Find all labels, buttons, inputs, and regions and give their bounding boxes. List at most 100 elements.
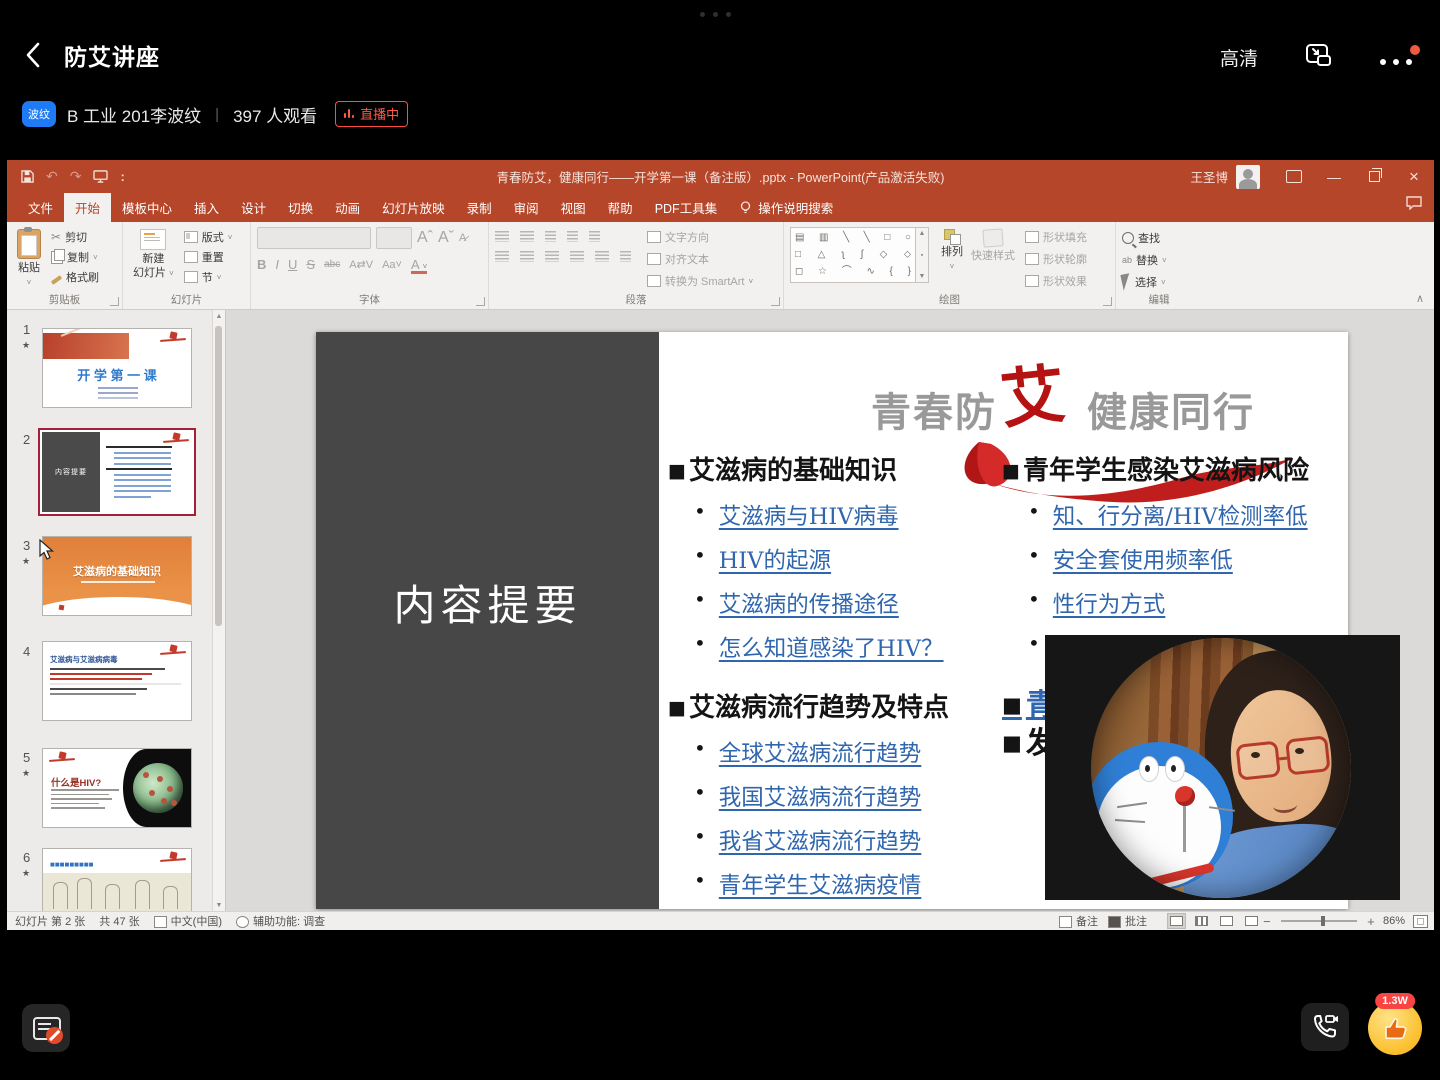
font-size-combo[interactable] <box>376 227 412 249</box>
tab-home[interactable]: 开始 <box>64 193 111 222</box>
align-center-icon[interactable] <box>520 251 534 262</box>
italic-button[interactable]: I <box>275 257 279 272</box>
scrollbar-thumb[interactable] <box>215 326 222 626</box>
like-button[interactable]: 1.3W <box>1368 1001 1422 1055</box>
shapes-gallery-scroll[interactable]: ▲▪▼ <box>916 227 929 283</box>
cut-button[interactable]: ✂剪切 <box>51 229 99 245</box>
section-button[interactable]: 节 ˅ <box>184 269 233 285</box>
chat-disabled-button[interactable] <box>22 1004 70 1052</box>
dialog-launcher-icon[interactable] <box>771 297 780 306</box>
increase-indent-icon[interactable] <box>567 231 578 242</box>
zoom-slider-thumb[interactable] <box>1321 916 1325 926</box>
distribute-icon[interactable] <box>620 251 631 262</box>
user-avatar[interactable] <box>1236 165 1260 189</box>
decrease-indent-icon[interactable] <box>545 231 556 242</box>
tab-help[interactable]: 帮助 <box>597 193 644 222</box>
presenter-webcam[interactable] <box>1045 635 1400 900</box>
strikethrough-button[interactable]: S <box>306 257 315 272</box>
pip-button[interactable] <box>1304 40 1334 75</box>
undo-icon[interactable]: ↶ <box>46 168 58 185</box>
back-button[interactable] <box>24 40 48 70</box>
thumbnail-slide-3[interactable]: 艾滋病的基础知识 <box>42 536 192 616</box>
layout-button[interactable]: 版式 ˅ <box>184 229 233 245</box>
quality-button[interactable]: 高清 <box>1220 44 1258 71</box>
reset-button[interactable]: 重置 <box>184 249 233 265</box>
shrink-font-icon[interactable]: Aˇ <box>438 229 454 247</box>
new-slide-button[interactable]: 新建幻灯片 ˅ <box>129 227 178 285</box>
shapes-gallery[interactable]: ▤▥╲╲□○ □△ʅʃ◇⬦ ◻☆⌒∿{} <box>790 227 916 283</box>
slideshow-view-button[interactable] <box>1242 913 1261 929</box>
thumbnail-scrollbar[interactable]: ▲ ▼ <box>212 310 225 912</box>
collapse-ribbon-icon[interactable]: ∧ <box>1416 292 1424 305</box>
dialog-launcher-icon[interactable] <box>476 297 485 306</box>
scroll-down-icon[interactable]: ▼ <box>213 902 225 909</box>
comments-panel-icon[interactable] <box>1406 196 1422 210</box>
redo-icon[interactable]: ↷ <box>70 168 82 185</box>
shadow-button[interactable]: abc <box>324 259 340 270</box>
font-name-combo[interactable] <box>257 227 371 249</box>
arrange-button[interactable]: 排列˅ <box>937 227 967 276</box>
slide-sorter-view-button[interactable] <box>1192 913 1211 929</box>
thumbnail-slide-2-selected[interactable]: 内容提要 <box>38 428 196 516</box>
bold-button[interactable]: B <box>257 257 266 272</box>
slideshow-icon[interactable] <box>93 170 108 183</box>
line-spacing-icon[interactable] <box>589 231 600 242</box>
tab-view[interactable]: 视图 <box>550 193 597 222</box>
tab-design[interactable]: 设计 <box>230 193 277 222</box>
qat-more-icon[interactable]: : <box>120 169 124 184</box>
char-spacing-button[interactable]: A⇄V <box>349 258 373 271</box>
shape-effects-button[interactable]: 形状效果 <box>1025 273 1087 289</box>
columns-icon[interactable] <box>595 251 609 262</box>
spellcheck-icon[interactable] <box>154 916 167 928</box>
smartart-button[interactable]: 转换为 SmartArt ˅ <box>647 273 753 289</box>
ribbon-display-button[interactable] <box>1274 160 1314 193</box>
accessibility-status[interactable]: 辅助功能: 调查 <box>253 913 325 929</box>
replace-button[interactable]: ab替换 ˅ <box>1122 252 1196 268</box>
reading-view-button[interactable] <box>1217 913 1236 929</box>
tab-animations[interactable]: 动画 <box>324 193 371 222</box>
justify-icon[interactable] <box>570 251 584 262</box>
align-text-button[interactable]: 对齐文本 <box>647 251 753 267</box>
tab-transitions[interactable]: 切换 <box>277 193 324 222</box>
tab-file[interactable]: 文件 <box>17 193 64 222</box>
zoom-slider[interactable] <box>1281 920 1357 922</box>
fit-slide-button[interactable] <box>1413 915 1428 928</box>
close-button[interactable]: × <box>1394 160 1434 193</box>
minimize-button[interactable]: — <box>1314 160 1354 193</box>
video-call-button[interactable] <box>1301 1003 1349 1051</box>
tab-record[interactable]: 录制 <box>456 193 503 222</box>
align-right-icon[interactable] <box>545 251 559 262</box>
underline-button[interactable]: U <box>288 257 297 272</box>
tab-insert[interactable]: 插入 <box>183 193 230 222</box>
dialog-launcher-icon[interactable] <box>1103 297 1112 306</box>
grow-font-icon[interactable]: Aˆ <box>417 229 433 247</box>
format-painter-button[interactable]: 格式刷 <box>51 269 99 285</box>
shape-outline-button[interactable]: 形状轮廓 <box>1025 251 1087 267</box>
align-left-icon[interactable] <box>495 251 509 262</box>
thumbnail-slide-1[interactable]: 开 学 第 一 课 <box>42 328 192 408</box>
dialog-launcher-icon[interactable] <box>110 297 119 306</box>
numbering-icon[interactable] <box>520 231 534 242</box>
tab-pdf-tools[interactable]: PDF工具集 <box>644 193 729 222</box>
change-case-button[interactable]: Aa˅ <box>382 259 402 271</box>
bullets-icon[interactable] <box>495 231 509 242</box>
find-button[interactable]: 查找 <box>1122 230 1196 246</box>
channel-badge[interactable]: 波纹 <box>22 101 56 127</box>
font-color-button[interactable]: A ˅ <box>411 257 427 272</box>
text-direction-button[interactable]: 文字方向 <box>647 229 753 245</box>
thumbnail-slide-5[interactable]: 什么是HIV? <box>42 748 192 828</box>
shape-fill-button[interactable]: 形状填充 <box>1025 229 1087 245</box>
copy-button[interactable]: 复制˅ <box>51 249 99 265</box>
comments-button[interactable]: 批注 <box>1125 913 1147 929</box>
tell-me-search[interactable]: 操作说明搜索 <box>728 193 845 222</box>
tab-template-center[interactable]: 模板中心 <box>111 193 183 222</box>
zoom-in-button[interactable]: + <box>1365 914 1377 929</box>
zoom-out-button[interactable]: − <box>1261 914 1273 929</box>
notes-button[interactable]: 备注 <box>1076 913 1098 929</box>
thumbnail-slide-6[interactable]: ■■■■■■■■■ <box>42 848 192 912</box>
normal-view-button[interactable] <box>1167 913 1186 929</box>
clear-format-icon[interactable]: A̷ <box>459 232 466 244</box>
zoom-level[interactable]: 86% <box>1383 915 1405 927</box>
tab-slideshow[interactable]: 幻灯片放映 <box>371 193 456 222</box>
language-status[interactable]: 中文(中国) <box>171 913 222 929</box>
